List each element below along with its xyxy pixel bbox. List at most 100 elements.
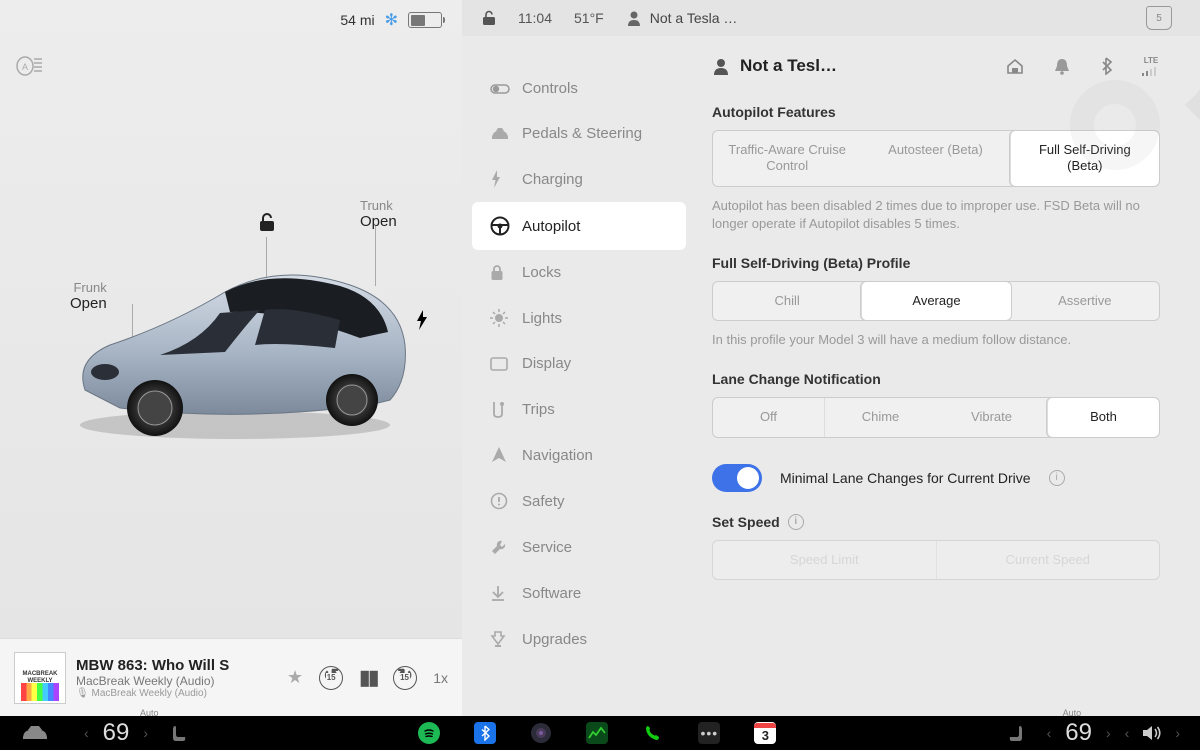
temp-up-button[interactable]: ›: [1106, 725, 1111, 741]
lane-change-title: Lane Change Notification: [712, 371, 1160, 387]
segment-option[interactable]: Full Self-Driving (Beta): [1010, 131, 1159, 186]
range-status: 54 mi ✻: [340, 10, 442, 30]
favorite-icon[interactable]: ★: [287, 667, 303, 688]
sidebar-item-safety[interactable]: Safety: [472, 478, 686, 524]
segment-option[interactable]: Off: [713, 398, 824, 436]
display-icon: [490, 357, 508, 371]
sidebar-item-lights[interactable]: Lights: [472, 295, 686, 341]
bluetooth-icon[interactable]: [1100, 57, 1112, 75]
temp-down-button[interactable]: ‹: [1047, 725, 1052, 741]
track-title: MBW 863: Who Will S: [76, 657, 277, 674]
car-render: [60, 250, 420, 450]
sidebar-item-charging[interactable]: Charging: [472, 156, 686, 202]
trunk-label: Trunk: [360, 198, 393, 213]
cell-signal: LTE: [1142, 56, 1160, 76]
minimal-lane-changes-toggle[interactable]: [712, 464, 762, 492]
media-player: MACBREAKWEEKLY MBW 863: Who Will S MacBr…: [0, 638, 462, 716]
skip-fwd-15-button[interactable]: 15: [393, 666, 417, 690]
lights-icon: [490, 309, 508, 327]
volume-icon[interactable]: [1141, 724, 1163, 742]
bluetooth-app-icon[interactable]: [474, 722, 496, 744]
calendar-icon[interactable]: 3: [754, 722, 776, 744]
profile-selector[interactable]: Not a Tesla …: [626, 10, 738, 26]
content-profile[interactable]: Not a Tesl…: [712, 56, 837, 76]
unlock-icon[interactable]: [258, 212, 276, 232]
segment-option[interactable]: Average: [861, 282, 1010, 320]
segment-option[interactable]: Autosteer (Beta): [861, 131, 1009, 186]
album-art[interactable]: MACBREAKWEEKLY: [14, 652, 66, 704]
segment-option[interactable]: Assertive: [1011, 282, 1159, 320]
software-icon: [490, 584, 508, 602]
energy-app-icon[interactable]: [586, 722, 608, 744]
segment-option[interactable]: Chill: [713, 282, 861, 320]
sidebar-item-label: Service: [522, 539, 572, 556]
segment-option[interactable]: Both: [1047, 398, 1159, 436]
sidebar-item-display[interactable]: Display: [472, 341, 686, 386]
skip-back-15-button[interactable]: 15: [319, 666, 343, 690]
sidebar-item-label: Controls: [522, 80, 578, 97]
dashcam-icon[interactable]: [530, 722, 552, 744]
segment-option[interactable]: Current Speed: [936, 541, 1160, 579]
info-icon[interactable]: i: [1049, 470, 1065, 486]
playback-speed-button[interactable]: 1x: [433, 670, 448, 686]
sidebar-item-pedals-steering[interactable]: Pedals & Steering: [472, 111, 686, 156]
segment-option[interactable]: Traffic-Aware Cruise Control: [713, 131, 861, 186]
segment-option[interactable]: Chime: [824, 398, 936, 436]
sidebar-item-upgrades[interactable]: Upgrades: [472, 616, 686, 662]
vehicle-panel: 54 mi ✻ A Frunk Open Trunk Open: [0, 0, 462, 716]
set-speed-segment: Speed LimitCurrent Speed: [712, 540, 1160, 580]
driver-seat-heat-icon[interactable]: [170, 723, 188, 743]
passenger-seat-heat-icon[interactable]: [1007, 723, 1025, 743]
autopilot-features-title: Autopilot Features: [712, 104, 1160, 120]
volume-up-button[interactable]: ›: [1175, 725, 1180, 741]
svg-text:A: A: [22, 62, 28, 72]
sidebar-item-locks[interactable]: Locks: [472, 250, 686, 295]
fsd-profile-help: In this profile your Model 3 will have a…: [712, 331, 1160, 349]
spotify-icon[interactable]: [418, 722, 440, 744]
temp-up-button[interactable]: ›: [143, 725, 148, 741]
route-shield-icon: 5: [1146, 6, 1172, 30]
track-source: 🎙 MacBreak Weekly (Audio): [76, 688, 277, 699]
notifications-icon[interactable]: [1054, 57, 1070, 75]
set-speed-title: Set Speed i: [712, 514, 1160, 530]
navigation-icon: [490, 446, 508, 464]
segment-option[interactable]: Vibrate: [936, 398, 1047, 436]
sidebar-item-software[interactable]: Software: [472, 570, 686, 616]
sidebar-item-service[interactable]: Service: [472, 524, 686, 570]
all-apps-icon[interactable]: •••: [698, 722, 720, 744]
sidebar-item-autopilot[interactable]: Autopilot: [472, 202, 686, 250]
sidebar-item-controls[interactable]: Controls: [472, 66, 686, 111]
fsd-profile-title: Full Self-Driving (Beta) Profile: [712, 255, 1160, 271]
trunk-button[interactable]: Trunk Open: [360, 198, 397, 230]
volume-control: ‹ ›: [1125, 724, 1180, 742]
segment-option[interactable]: Speed Limit: [713, 541, 936, 579]
fsd-profile-segment: ChillAverageAssertive: [712, 281, 1160, 321]
driver-temp[interactable]: 69: [103, 719, 130, 747]
trunk-state: Open: [360, 213, 397, 230]
info-icon[interactable]: i: [788, 514, 804, 530]
phone-icon[interactable]: [642, 722, 664, 744]
auto-label: Auto: [140, 708, 159, 718]
sidebar-item-label: Safety: [522, 493, 565, 510]
headlight-icon[interactable]: A: [15, 55, 43, 77]
pause-button[interactable]: ▮▮: [359, 665, 377, 690]
snowflake-icon: ✻: [385, 10, 398, 30]
track-artist: MacBreak Weekly (Audio): [76, 674, 277, 688]
minimal-lane-changes-label: Minimal Lane Changes for Current Drive: [780, 470, 1031, 486]
sidebar-item-trips[interactable]: Trips: [472, 386, 686, 432]
volume-down-button[interactable]: ‹: [1125, 725, 1130, 741]
charging-icon: [490, 170, 508, 188]
battery-icon: [408, 12, 442, 28]
passenger-temp-control: Auto ‹ 69 ›: [1007, 719, 1111, 747]
homelink-icon[interactable]: [1006, 58, 1024, 74]
auto-label: Auto: [1063, 708, 1082, 718]
settings-sidebar: Controls Pedals & SteeringChargingAutopil…: [462, 36, 696, 716]
car-dock-icon[interactable]: [20, 724, 50, 742]
track-info[interactable]: MBW 863: Who Will S MacBreak Weekly (Aud…: [76, 657, 277, 699]
temp-down-button[interactable]: ‹: [84, 725, 89, 741]
autopilot-disabled-warning: Autopilot has been disabled 2 times due …: [712, 197, 1160, 233]
sidebar-item-navigation[interactable]: Navigation: [472, 432, 686, 478]
upgrades-icon: [490, 630, 508, 648]
passenger-temp[interactable]: 69: [1065, 719, 1092, 747]
profile-name: Not a Tesla …: [650, 10, 738, 26]
